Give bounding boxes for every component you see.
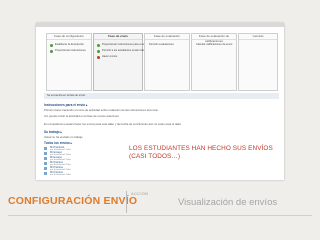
phase-submission-title: Fase de envío [94, 34, 142, 40]
slide-footer: CONFIGURACIÓN ENVÍO ACCIÓN Visualización… [0, 185, 320, 240]
phase-closed: Cerrado [238, 33, 278, 91]
check-icon [97, 50, 100, 53]
document-icon [44, 157, 47, 160]
phase-item: Permitir a los estudiantes enviar trabaj… [102, 49, 149, 52]
phase-item: Proporcionar instrucciones [55, 49, 86, 52]
phase-closed-title: Cerrado [239, 34, 277, 40]
document-icon [44, 147, 47, 150]
your-submission-title[interactable]: Su trabajo ▸ [44, 130, 62, 134]
section-title: CONFIGURACIÓN ENVÍO [8, 195, 138, 207]
footer-rule [8, 215, 312, 216]
check-icon [97, 44, 100, 47]
callout-text: LOS ESTUDIANTES HAN HECHO SUS ENVÍOS (CA… [129, 145, 273, 160]
all-submissions-title[interactable]: Todos los envíos ▸ [44, 141, 72, 145]
phase-info-bar: Se encuentra en la fase de envío. [44, 93, 279, 99]
instructions-text: Primero hacer haciendo el envío de activ… [44, 108, 159, 112]
document-icon [44, 152, 47, 155]
check-icon [50, 44, 53, 47]
phase-item: Proporcionar instrucciones para el envío [102, 43, 149, 46]
submission-row[interactable]: Mi Práctica por Estudiante6 Taller [44, 171, 134, 176]
phase-item: Calcular calificaciones de envío [196, 43, 233, 46]
check-icon [50, 50, 53, 53]
instructions-text-2: Ud. puede incluir la actividad en la fas… [44, 114, 119, 118]
submission-meta: por Estudiante6 Taller [50, 174, 72, 176]
phase-grading: Fase de evaluación de calificaciones Cal… [191, 33, 237, 91]
phase-assessment: Fase de evaluación Permitir evaluaciones [144, 33, 190, 91]
footer-divider [126, 191, 127, 213]
phase-grading-title: Fase de evaluación de calificaciones [192, 34, 236, 43]
document-icon [44, 172, 47, 175]
phase-setup-title: Fase de configuración [47, 34, 91, 40]
instructions-title[interactable]: Instrucciones para el envío ▸ [44, 103, 88, 107]
phase-item: Establecer la descripción [55, 43, 84, 46]
top-bar [36, 23, 284, 27]
note-text: En compañeros pueden hacer los envíos pa… [44, 122, 182, 126]
phase-setup: Fase de configuración Establecer la desc… [46, 33, 92, 91]
slide: Fase de configuración Establecer la desc… [0, 0, 320, 240]
document-icon [44, 162, 47, 165]
cross-icon [97, 56, 100, 59]
phase-item: Hacer envíos [102, 55, 118, 58]
phase-info-text: Se encuentra en la fase de envío. [47, 94, 86, 97]
footer-label: ACCIÓN [131, 191, 149, 196]
phase-assessment-title: Fase de evaluación [145, 34, 189, 40]
document-icon [44, 167, 47, 170]
slide-title: Visualización de envíos [178, 197, 278, 208]
your-submission-text: Usted no ha enviado su trabajo [44, 135, 83, 139]
phase-submission[interactable]: Fase de envío Proporcionar instrucciones… [93, 33, 149, 91]
phase-item: Permitir evaluaciones [149, 43, 174, 46]
